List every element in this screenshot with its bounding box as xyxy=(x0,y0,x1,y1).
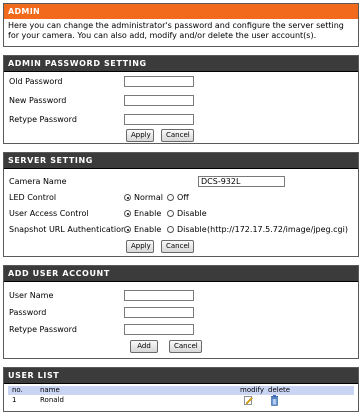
user-password-label: Password xyxy=(9,308,47,317)
retype-password-label: Retype Password xyxy=(9,115,77,124)
camera-name-label: Camera Name xyxy=(9,177,67,186)
uac-disable-radio[interactable]: Disable xyxy=(167,209,207,218)
col-delete-header: delete xyxy=(268,386,291,394)
server-cancel-button[interactable]: Cancel xyxy=(161,240,194,253)
admin-password-title: ADMIN PASSWORD SETTING xyxy=(4,56,358,72)
radio-unselected-icon xyxy=(167,194,174,201)
server-setting-panel: SERVER SETTING Camera Name LED Control N… xyxy=(3,152,359,257)
retype-password-input[interactable] xyxy=(124,114,194,125)
admin-intro: Here you can change the administrator's … xyxy=(8,21,344,40)
user-retype-password-input[interactable] xyxy=(124,324,194,335)
radio-selected-icon xyxy=(124,210,131,217)
led-off-radio[interactable]: Off xyxy=(167,193,189,202)
add-user-panel: ADD USER ACCOUNT User Name Password Rety… xyxy=(3,265,359,359)
add-user-button[interactable]: Add xyxy=(130,340,158,353)
delete-icon[interactable] xyxy=(270,395,279,408)
radio-selected-icon xyxy=(124,226,131,233)
add-user-title: ADD USER ACCOUNT xyxy=(4,266,358,282)
user-access-control-label: User Access Control xyxy=(9,209,89,218)
old-password-label: Old Password xyxy=(9,77,63,86)
admin-panel: ADMIN Here you can change the administra… xyxy=(3,3,359,47)
old-password-input[interactable] xyxy=(124,76,194,87)
radio-selected-icon xyxy=(124,194,131,201)
user-retype-password-label: Retype Password xyxy=(9,325,77,334)
admin-password-cancel-button[interactable]: Cancel xyxy=(161,129,194,142)
server-setting-title: SERVER SETTING xyxy=(4,153,358,169)
col-no-header: no. xyxy=(12,386,23,394)
admin-title: ADMIN xyxy=(4,4,358,19)
username-input[interactable] xyxy=(124,290,194,301)
new-password-input[interactable] xyxy=(124,95,194,106)
add-user-cancel-button[interactable]: Cancel xyxy=(169,340,202,353)
snapshot-auth-label: Snapshot URL Authentication xyxy=(9,225,127,234)
user-list-title: USER LIST xyxy=(4,368,358,384)
row-no: 1 xyxy=(12,396,17,404)
edit-icon[interactable] xyxy=(244,396,253,407)
new-password-label: New Password xyxy=(9,96,67,105)
snapshot-url-text: (http://172.17.5.72/image/jpeg.cgi) xyxy=(207,225,348,234)
row-name: Ronald xyxy=(40,396,64,404)
user-list-panel: USER LIST no. name modify delete 1 Ronal… xyxy=(3,367,359,412)
radio-unselected-icon xyxy=(167,210,174,217)
user-list-header: no. name modify delete xyxy=(8,386,354,395)
username-label: User Name xyxy=(9,291,54,300)
led-normal-radio[interactable]: Normal xyxy=(124,193,163,202)
snapshot-enable-radio[interactable]: Enable xyxy=(124,225,161,234)
server-apply-button[interactable]: Apply xyxy=(126,240,154,253)
camera-name-input[interactable] xyxy=(198,176,285,187)
snapshot-disable-radio[interactable]: Disable xyxy=(167,225,207,234)
admin-password-apply-button[interactable]: Apply xyxy=(126,129,154,142)
led-control-label: LED Control xyxy=(9,193,57,202)
col-modify-header: modify xyxy=(240,386,264,394)
radio-unselected-icon xyxy=(167,226,174,233)
uac-enable-radio[interactable]: Enable xyxy=(124,209,161,218)
table-row: 1 Ronald xyxy=(8,395,354,408)
col-name-header: name xyxy=(40,386,60,394)
admin-password-panel: ADMIN PASSWORD SETTING Old Password New … xyxy=(3,55,359,144)
user-password-input[interactable] xyxy=(124,307,194,318)
